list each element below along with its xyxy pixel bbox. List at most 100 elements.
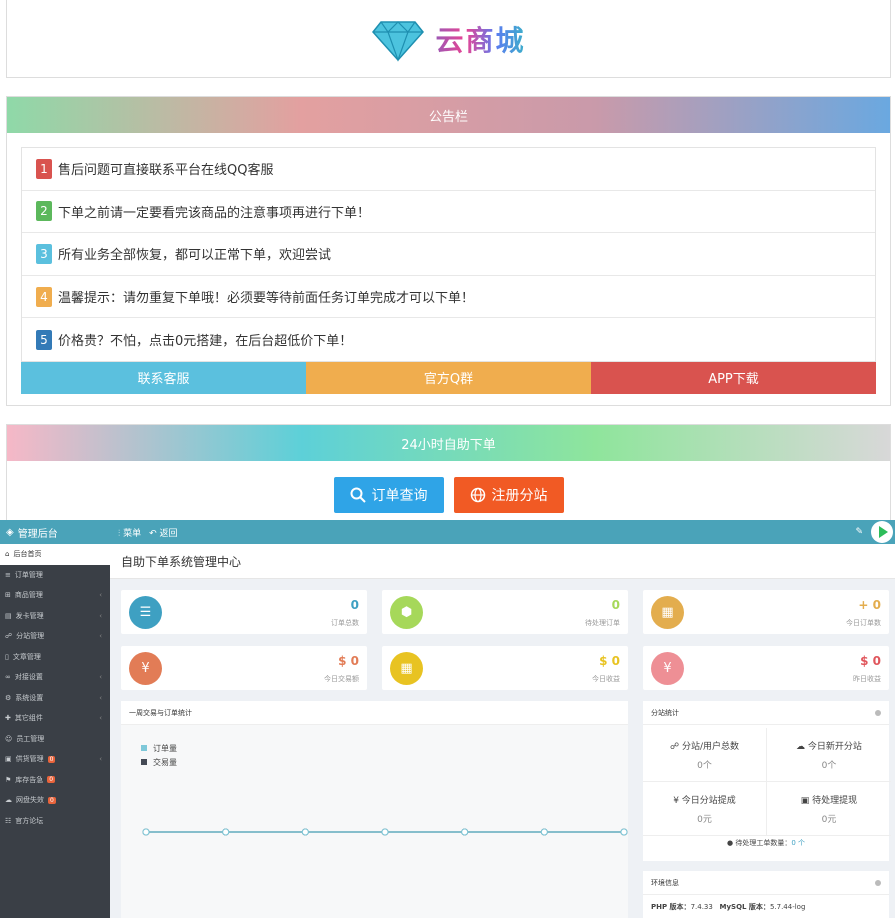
back-link[interactable]: ↶ 返回 xyxy=(149,526,177,539)
register-substation-button[interactable]: 注册分站 xyxy=(453,477,564,513)
chevron-left-icon: ‹ xyxy=(99,632,102,641)
sidebar-label: 后台首页 xyxy=(13,550,42,559)
substation-total: ☍ 分站/用户总数 0个 xyxy=(643,728,767,782)
substation-cell-label: 待处理提现 xyxy=(812,795,858,806)
info-icon xyxy=(875,879,881,886)
app-download-button[interactable]: APP下载 xyxy=(591,361,876,394)
stat-label: 待处理订单 xyxy=(585,619,620,627)
sidebar-label: 员工管理 xyxy=(16,734,45,743)
sidebar-item-system[interactable]: ⚙ 系统设置 ‹ xyxy=(0,688,110,709)
php-value: 7.4.33 xyxy=(690,903,713,911)
wrench-icon[interactable]: ✎ xyxy=(855,527,863,537)
sidebar-badge: 0 xyxy=(47,776,56,784)
chart-marks xyxy=(142,828,628,836)
sidebar-item-docking[interactable]: ∞ 对接设置 ‹ xyxy=(0,667,110,688)
cloud-icon: ☁ xyxy=(5,796,12,805)
substation-panel: 分站统计 ☍ 分站/用户总数 0个 ☁ 今日新开分站 0个 ¥ 今日分站提成 0元 ▣… xyxy=(643,701,891,861)
substation-cell-value: 0元 xyxy=(821,814,837,825)
chevron-left-icon: ‹ xyxy=(99,673,102,682)
notice-item: 1 售后问题可直接联系平台在线QQ客服 xyxy=(22,148,875,191)
stat-label: 今日收益 xyxy=(592,675,620,683)
menu-toggle[interactable]: ⫶ 菜单 xyxy=(118,526,141,539)
sidebar-item-substations[interactable]: ☍ 分站管理 ‹ xyxy=(0,626,110,647)
menu-label: 菜单 xyxy=(123,528,142,539)
weekly-chart: 订单量 交易量 xyxy=(121,725,628,918)
substation-pending-withdraw: ▣ 待处理提现 0元 xyxy=(767,782,891,836)
stat-card-today-volume: ¥ $ 0 今日交易额 xyxy=(121,646,367,690)
substation-new-today: ☁ 今日新开分站 0个 xyxy=(767,728,891,782)
notice-item: 4 温馨提示：请勿重复下单哦！必须要等待前面任务订单完成才可以下单！ xyxy=(22,276,875,319)
puzzle-icon: ✚ xyxy=(5,714,11,723)
pending-tickets-value: 0 个 xyxy=(791,839,806,847)
substation-panel-title: 分站统计 xyxy=(643,701,889,725)
stat-value: 0 xyxy=(611,598,620,612)
mysql-value: 5.7.44-log xyxy=(769,903,806,911)
sidebar-item-forum[interactable]: ☷ 官方论坛 xyxy=(0,811,110,832)
data-point xyxy=(381,828,389,836)
chevron-left-icon: ‹ xyxy=(99,755,102,764)
data-point xyxy=(461,828,469,836)
weekly-chart-panel: 一周交易与订单统计 订单量 交易量 xyxy=(121,701,628,918)
sidebar-item-components[interactable]: ✚ 其它组件 ‹ xyxy=(0,708,110,729)
official-qq-group-button[interactable]: 官方Q群 xyxy=(306,361,591,394)
yen-icon: ¥ xyxy=(129,652,162,685)
chart-panel-title: 一周交易与订单统计 xyxy=(121,701,628,725)
sidebar-item-home[interactable]: ⌂ 后台首页 xyxy=(0,544,110,565)
doc-icon: ▯ xyxy=(5,652,9,661)
environment-panel: 环境信息 PHP 版本：7.4.33 MySQL 版本：5.7.44-log xyxy=(643,871,889,918)
substation-cell-value: 0个 xyxy=(821,760,837,771)
sidebar-item-disk-invalid[interactable]: ☁ 网盘失效 0 xyxy=(0,790,110,811)
briefcase-icon: ▦ xyxy=(390,652,423,685)
notice-text: 温馨提示：请勿重复下单哦！必须要等待前面任务订单完成才可以下单！ xyxy=(58,291,475,307)
legend-orders-label: 订单量 xyxy=(153,743,177,753)
cube-icon: ◈ xyxy=(6,526,14,538)
back-label: 返回 xyxy=(159,528,178,539)
notice-title: 公告栏 xyxy=(7,97,890,133)
legend-orders-swatch xyxy=(141,745,147,751)
sidebar-item-products[interactable]: ⊞ 商品管理 ‹ xyxy=(0,585,110,606)
money-icon: ▣ xyxy=(800,795,813,806)
stat-card-yesterday-income: ¥ $ 0 昨日收益 xyxy=(643,646,889,690)
sidebar-item-orders[interactable]: ≡ 订单管理 xyxy=(0,565,110,586)
sidebar-item-cards[interactable]: ▤ 发卡管理 ‹ xyxy=(0,606,110,627)
environment-panel-title: 环境信息 xyxy=(643,871,889,895)
self-service-card: 24小时自助下单 订单查询 注册分站 xyxy=(6,424,891,524)
register-substation-label: 注册分站 xyxy=(491,488,548,504)
notice-number: 1 xyxy=(36,158,52,179)
data-point xyxy=(142,828,150,836)
notice-number: 4 xyxy=(36,286,52,307)
pending-tickets-label: 待处理工单数量： xyxy=(735,839,792,847)
stat-card-total-orders: ☰ 0 订单总数 xyxy=(121,590,367,634)
order-query-button[interactable]: 订单查询 xyxy=(333,477,444,513)
avatar[interactable] xyxy=(871,521,893,543)
environment-info: PHP 版本：7.4.33 MySQL 版本：5.7.44-log xyxy=(643,895,889,919)
sidebar-item-supply[interactable]: ▣ 供货管理 0 ‹ xyxy=(0,749,110,770)
php-label: PHP 版本： xyxy=(651,903,691,911)
substation-cell-label: 分站/用户总数 xyxy=(681,741,740,752)
legend-volume-swatch xyxy=(141,759,147,765)
admin-dashboard: ◈ 管理后台 ⫶ 菜单 ↶ 返回 ✎ ⌂ 后台首页 ≡ 订单管理 ⊞ 商品管理 ‹ ▤ 发卡… xyxy=(0,520,895,918)
briefcase-icon: ▦ xyxy=(651,596,684,629)
notice-card: 公告栏 1 售后问题可直接联系平台在线QQ客服 2 下单之前请一定要看完该商品的注意… xyxy=(6,96,891,406)
sidebar-label: 分站管理 xyxy=(16,632,45,641)
cube-icon: ⬢ xyxy=(390,596,423,629)
notice-list: 1 售后问题可直接联系平台在线QQ客服 2 下单之前请一定要看完该商品的注意事项再进… xyxy=(21,147,876,362)
stat-label: 订单总数 xyxy=(331,619,359,627)
stat-card-today-income: ▦ $ 0 今日收益 xyxy=(382,646,628,690)
truck-icon: ▣ xyxy=(5,755,12,764)
sidebar-item-articles[interactable]: ▯ 文章管理 xyxy=(0,647,110,668)
link-icon: ∞ xyxy=(5,673,11,682)
forum-icon: ☷ xyxy=(5,816,12,825)
sidebar-label: 文章管理 xyxy=(12,652,41,661)
contact-service-button[interactable]: 联系客服 xyxy=(21,361,306,394)
sidebar-label: 网盘失效 xyxy=(16,796,44,805)
stat-value: $ 0 xyxy=(860,654,881,668)
sidebar-badge: 0 xyxy=(48,796,56,804)
sidebar-item-stock-alert[interactable]: ⚑ 库存告急 0 xyxy=(0,770,110,791)
notice-number: 5 xyxy=(36,329,52,350)
stat-label: 昨日收益 xyxy=(853,675,881,683)
substation-title: 分站统计 xyxy=(651,708,679,717)
substation-commission-today: ¥ 今日分站提成 0元 xyxy=(643,782,767,836)
chevron-left-icon: ‹ xyxy=(99,714,102,723)
sidebar-item-staff[interactable]: ☺ 员工管理 xyxy=(0,729,110,750)
